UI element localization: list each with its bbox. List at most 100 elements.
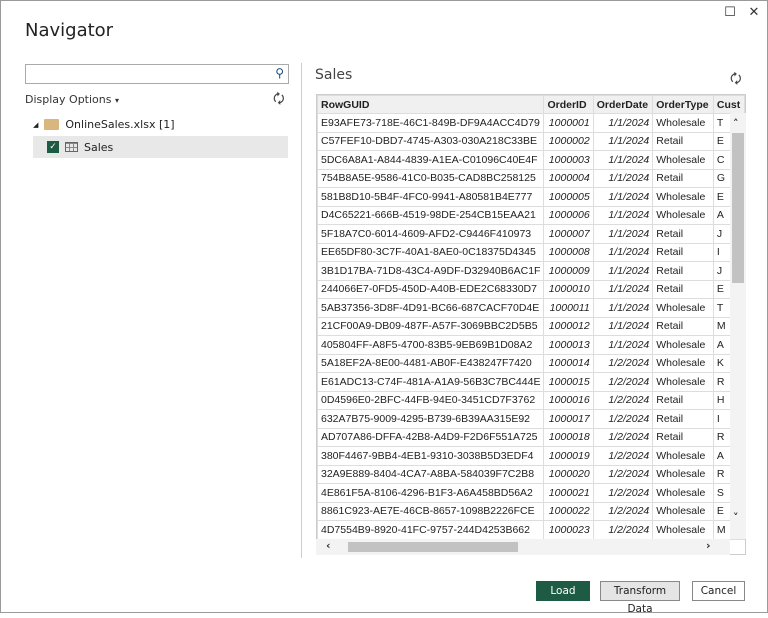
table-cell: Wholesale — [652, 483, 714, 503]
refresh-icon[interactable]: 🗘 — [273, 90, 285, 112]
table-cell: Retail — [652, 427, 714, 447]
table-cell: 1000014 — [543, 353, 594, 373]
export-icon[interactable]: 🗘 — [730, 70, 742, 92]
load-button[interactable]: Load — [536, 581, 590, 601]
table-cell: 1000020 — [543, 464, 594, 484]
search-input[interactable]: ⚲ — [25, 64, 289, 84]
table-cell: Retail — [652, 168, 714, 188]
table-cell: 1000012 — [543, 316, 594, 336]
table-cell: Wholesale — [652, 335, 714, 355]
table-cell: 244066E7-0FD5-450D-A40B-EDE2C68330D7 — [317, 279, 545, 299]
table-row: 244066E7-0FD5-450D-A40B-EDE2C68330D7 1000… — [317, 279, 745, 299]
table-cell: 632A7B75-9009-4295-B739-6B39AA315E92 — [317, 409, 545, 429]
table-cell: 1/2/2024 — [592, 520, 654, 540]
table-cell: 1000018 — [543, 427, 594, 447]
table-row: 8861C923-AE7E-46CB-8657-1098B2226FCE 1000… — [317, 501, 745, 521]
vertical-scrollbar[interactable]: ˄ ˅ — [730, 113, 746, 539]
chevron-down-icon: ▾ — [115, 96, 120, 105]
table-cell: 1000004 — [543, 168, 594, 188]
table-row: 4D7554B9-8920-41FC-9757-244D4253B662 1000… — [317, 520, 745, 540]
sheet-label: Sales — [84, 140, 114, 154]
table-cell: Wholesale — [652, 353, 714, 373]
table-cell: 1000002 — [543, 131, 594, 151]
table-row: 632A7B75-9009-4295-B739-6B39AA315E92 1000… — [317, 409, 745, 429]
table-cell: 1000001 — [543, 113, 594, 133]
table-cell: 1/2/2024 — [592, 501, 654, 521]
table-cell: 1/2/2024 — [592, 446, 654, 466]
table-row: C57FEF10-DBD7-4745-A303-030A218C33BE 1000… — [317, 131, 745, 151]
table-cell: 5AB37356-3D8F-4D91-BC66-687CACF70D4E — [317, 298, 545, 318]
vertical-scroll-thumb[interactable] — [732, 133, 744, 283]
table-cell: 1/2/2024 — [592, 427, 654, 447]
table-cell: D4C65221-666B-4519-98DE-254CB15EAA21 — [317, 205, 545, 225]
search-icon[interactable]: ⚲ — [275, 66, 284, 80]
table-cell: 1000017 — [543, 409, 594, 429]
transform-data-button[interactable]: Transform Data — [600, 581, 680, 615]
table-cell: 1000009 — [543, 261, 594, 281]
column-header[interactable]: Cust — [712, 95, 745, 114]
table-row: 32A9E889-8404-4CA7-A8BA-584039F7C2B8 1000… — [317, 464, 745, 484]
table-cell: Wholesale — [652, 150, 714, 170]
column-header[interactable]: OrderType — [652, 95, 714, 114]
table-cell: 1/2/2024 — [592, 372, 654, 392]
table-cell: Retail — [652, 261, 714, 281]
close-icon[interactable]: ✕ — [744, 5, 764, 20]
table-cell: 1/1/2024 — [592, 224, 654, 244]
preview-table: RowGUID OrderID OrderDate OrderType Cust E93… — [316, 94, 746, 555]
maximize-icon[interactable]: ☐ — [720, 5, 740, 20]
column-header[interactable]: RowGUID — [317, 95, 545, 114]
tree-item-sales[interactable]: ✓ Sales — [33, 136, 288, 158]
scroll-left-icon[interactable]: ‹ — [326, 539, 331, 552]
table-cell: Wholesale — [652, 372, 714, 392]
table-cell: 5DC6A8A1-A844-4839-A1EA-C01096C40E4F — [317, 150, 545, 170]
column-header[interactable]: OrderDate — [592, 95, 654, 114]
column-header[interactable]: OrderID — [543, 95, 594, 114]
table-cell: Wholesale — [652, 187, 714, 207]
table-cell: 1000010 — [543, 279, 594, 299]
table-cell: 1/1/2024 — [592, 298, 654, 318]
table-cell: 1000019 — [543, 446, 594, 466]
display-options-dropdown[interactable]: Display Options ▾ — [25, 93, 119, 106]
table-row: 581B8D10-5B4F-4FC0-9941-A80581B4E777 1000… — [317, 187, 745, 207]
horizontal-scroll-thumb[interactable] — [348, 542, 518, 552]
table-cell: 0D4596E0-2BFC-44FB-94E0-3451CD7F3762 — [317, 390, 545, 410]
table-cell: 380F4467-9BB4-4EB1-9310-3038B5D3EDF4 — [317, 446, 545, 466]
table-cell: Retail — [652, 224, 714, 244]
table-cell: 1000021 — [543, 483, 594, 503]
table-row: EE65DF80-3C7F-40A1-8AE0-0C18375D4345 1000… — [317, 242, 745, 262]
scroll-up-icon[interactable]: ˄ — [733, 117, 739, 130]
table-cell: 1000003 — [543, 150, 594, 170]
collapse-icon[interactable]: ◢ — [33, 121, 38, 129]
table-row: 380F4467-9BB4-4EB1-9310-3038B5D3EDF4 1000… — [317, 446, 745, 466]
table-cell: Wholesale — [652, 298, 714, 318]
panel-divider[interactable] — [301, 63, 302, 558]
table-cell: 1/2/2024 — [592, 483, 654, 503]
table-row: 4E861F5A-8106-4296-B1F3-A6A458BD56A2 1000… — [317, 483, 745, 503]
table-cell: Retail — [652, 409, 714, 429]
preview-title: Sales — [315, 67, 353, 83]
table-cell: 4E861F5A-8106-4296-B1F3-A6A458BD56A2 — [317, 483, 545, 503]
table-row: 5AB37356-3D8F-4D91-BC66-687CACF70D4E 1000… — [317, 298, 745, 318]
table-cell: 1/1/2024 — [592, 205, 654, 225]
table-cell: 1000011 — [543, 298, 594, 318]
table-cell: 1/1/2024 — [592, 168, 654, 188]
table-cell: E61ADC13-C74F-481A-A1A9-56B3C7BC444E — [317, 372, 545, 392]
table-cell: 3B1D17BA-71D8-43C4-A9DF-D32940B6AC1F — [317, 261, 545, 281]
scroll-right-icon[interactable]: › — [706, 539, 711, 552]
table-cell: 1000016 — [543, 390, 594, 410]
table-cell: EE65DF80-3C7F-40A1-8AE0-0C18375D4345 — [317, 242, 545, 262]
table-row: 21CF00A9-DB09-487F-A57F-3069BBC2D5B5 1000… — [317, 316, 745, 336]
table-row: 405804FF-A8F5-4700-83B5-9EB69B1D08A2 1000… — [317, 335, 745, 355]
horizontal-scrollbar[interactable]: ‹ › — [316, 539, 730, 555]
table-row: E93AFE73-718E-46C1-849B-DF9A4ACC4D79 1000… — [317, 113, 745, 133]
table-cell: Wholesale — [652, 205, 714, 225]
table-cell: AD707A86-DFFA-42B8-A4D9-F2D6F551A725 — [317, 427, 545, 447]
table-cell: 1000005 — [543, 187, 594, 207]
table-cell: Retail — [652, 390, 714, 410]
table-icon — [65, 142, 78, 152]
checkbox-checked[interactable]: ✓ — [47, 141, 59, 153]
cancel-button[interactable]: Cancel — [692, 581, 745, 601]
table-cell: C57FEF10-DBD7-4745-A303-030A218C33BE — [317, 131, 545, 151]
scroll-down-icon[interactable]: ˅ — [733, 511, 739, 524]
tree-item-file[interactable]: ◢ OnlineSales.xlsx [1] — [33, 118, 175, 131]
